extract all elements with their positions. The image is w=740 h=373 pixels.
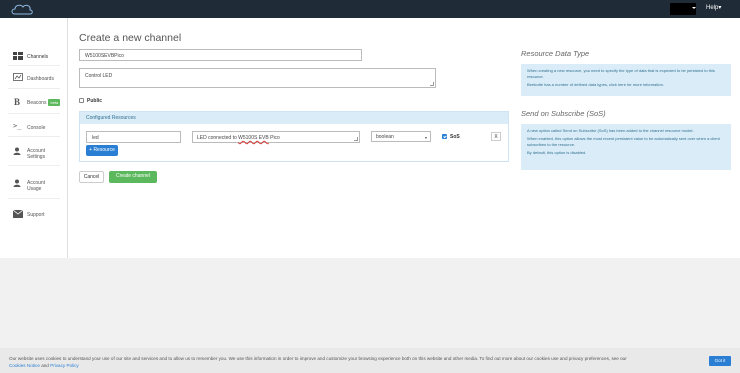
channel-name-input[interactable]: W5100SEVBPico bbox=[79, 49, 362, 61]
user-menu-button[interactable] bbox=[670, 3, 696, 15]
help-menu[interactable]: Help▾ bbox=[706, 4, 721, 11]
channel-description-value: Control LED bbox=[85, 73, 113, 79]
info-text: When enabled, this option allows the mos… bbox=[527, 136, 720, 147]
beta-badge: beta bbox=[48, 99, 61, 106]
privacy-policy-link[interactable]: Privacy Policy bbox=[50, 363, 79, 368]
sidebar-item-label: Beacons beta bbox=[27, 99, 61, 106]
beacon-icon: B bbox=[14, 97, 21, 107]
page-title: Create a new channel bbox=[79, 32, 182, 44]
chevron-down-icon: ▾ bbox=[424, 135, 427, 140]
resource-type-value: boolean bbox=[376, 134, 394, 140]
divider bbox=[8, 65, 60, 66]
terminal-icon: >_ bbox=[13, 122, 22, 130]
sidebar-item-label: Account Usage bbox=[27, 180, 46, 192]
sidebar-item-label: Dashboards bbox=[27, 76, 54, 82]
info-text: By default, this option is disabled. bbox=[527, 150, 587, 155]
add-resource-button[interactable]: + Resource bbox=[86, 145, 118, 156]
configured-resources-header: Configured Resources bbox=[80, 112, 508, 124]
got-it-button[interactable]: Got it bbox=[709, 356, 731, 366]
resource-description-input[interactable]: LED connected to W5100S EVB Pico bbox=[192, 131, 360, 143]
public-checkbox[interactable] bbox=[79, 98, 84, 103]
user-settings-icon bbox=[13, 147, 21, 155]
sidebar-item-label: Support bbox=[27, 212, 45, 218]
remove-resource-button[interactable]: X bbox=[491, 132, 501, 141]
divider bbox=[8, 88, 60, 89]
resource-data-type-info: When creating a new resource, you need t… bbox=[521, 64, 731, 96]
sidebar: Channels Dashboards B Beacons beta >_ Con… bbox=[0, 18, 68, 258]
cookie-text: Our website uses cookies to understand y… bbox=[9, 356, 627, 368]
sidebar-item-label: Console bbox=[27, 125, 46, 131]
sidebar-item-label: Account Settings bbox=[27, 148, 46, 160]
public-label: Public bbox=[87, 98, 103, 104]
grid-icon bbox=[13, 52, 23, 60]
top-navbar: Help▾ bbox=[0, 0, 740, 18]
divider bbox=[8, 136, 60, 137]
info-text: A new option called Send on Subscribe (S… bbox=[527, 128, 694, 133]
usage-icon bbox=[13, 179, 21, 187]
channel-description-input[interactable]: Control LED bbox=[79, 68, 436, 88]
cancel-button[interactable]: Cancel bbox=[79, 171, 104, 183]
resize-handle[interactable] bbox=[354, 137, 358, 141]
chevron-down-icon bbox=[692, 7, 696, 9]
divider bbox=[8, 165, 60, 166]
divider bbox=[8, 198, 60, 199]
envelope-icon bbox=[13, 210, 23, 218]
resource-name-input[interactable]: led bbox=[86, 131, 181, 143]
channel-name-value: W5100SEVBPico bbox=[85, 53, 124, 59]
resource-data-type-title: Resource Data Type bbox=[521, 49, 590, 58]
info-text: When creating a new resource, you need t… bbox=[527, 68, 715, 79]
info-link-text[interactable]: Beebotte has a number of defined data ty… bbox=[527, 82, 725, 88]
resource-name-value: led bbox=[92, 135, 99, 141]
divider bbox=[8, 113, 60, 114]
sos-label: SoS bbox=[450, 134, 460, 140]
cookies-notice-link[interactable]: Cookies Notice bbox=[9, 363, 40, 368]
cloud-logo-icon[interactable] bbox=[10, 3, 34, 15]
resource-description-value: LED connected to W5100S EVB Pico bbox=[197, 135, 280, 141]
create-channel-button[interactable]: Create channel bbox=[109, 171, 157, 183]
dashboard-icon bbox=[13, 73, 23, 81]
sos-info: A new option called Send on Subscribe (S… bbox=[521, 124, 731, 170]
resource-type-select[interactable]: boolean ▾ bbox=[371, 131, 431, 142]
resize-handle[interactable] bbox=[430, 82, 434, 86]
sidebar-item-label: Channels bbox=[27, 54, 49, 60]
sos-checkbox[interactable] bbox=[442, 134, 447, 139]
sos-title: Send on Subscribe (SoS) bbox=[521, 109, 606, 118]
cookie-banner: Our website uses cookies to understand y… bbox=[0, 348, 740, 373]
